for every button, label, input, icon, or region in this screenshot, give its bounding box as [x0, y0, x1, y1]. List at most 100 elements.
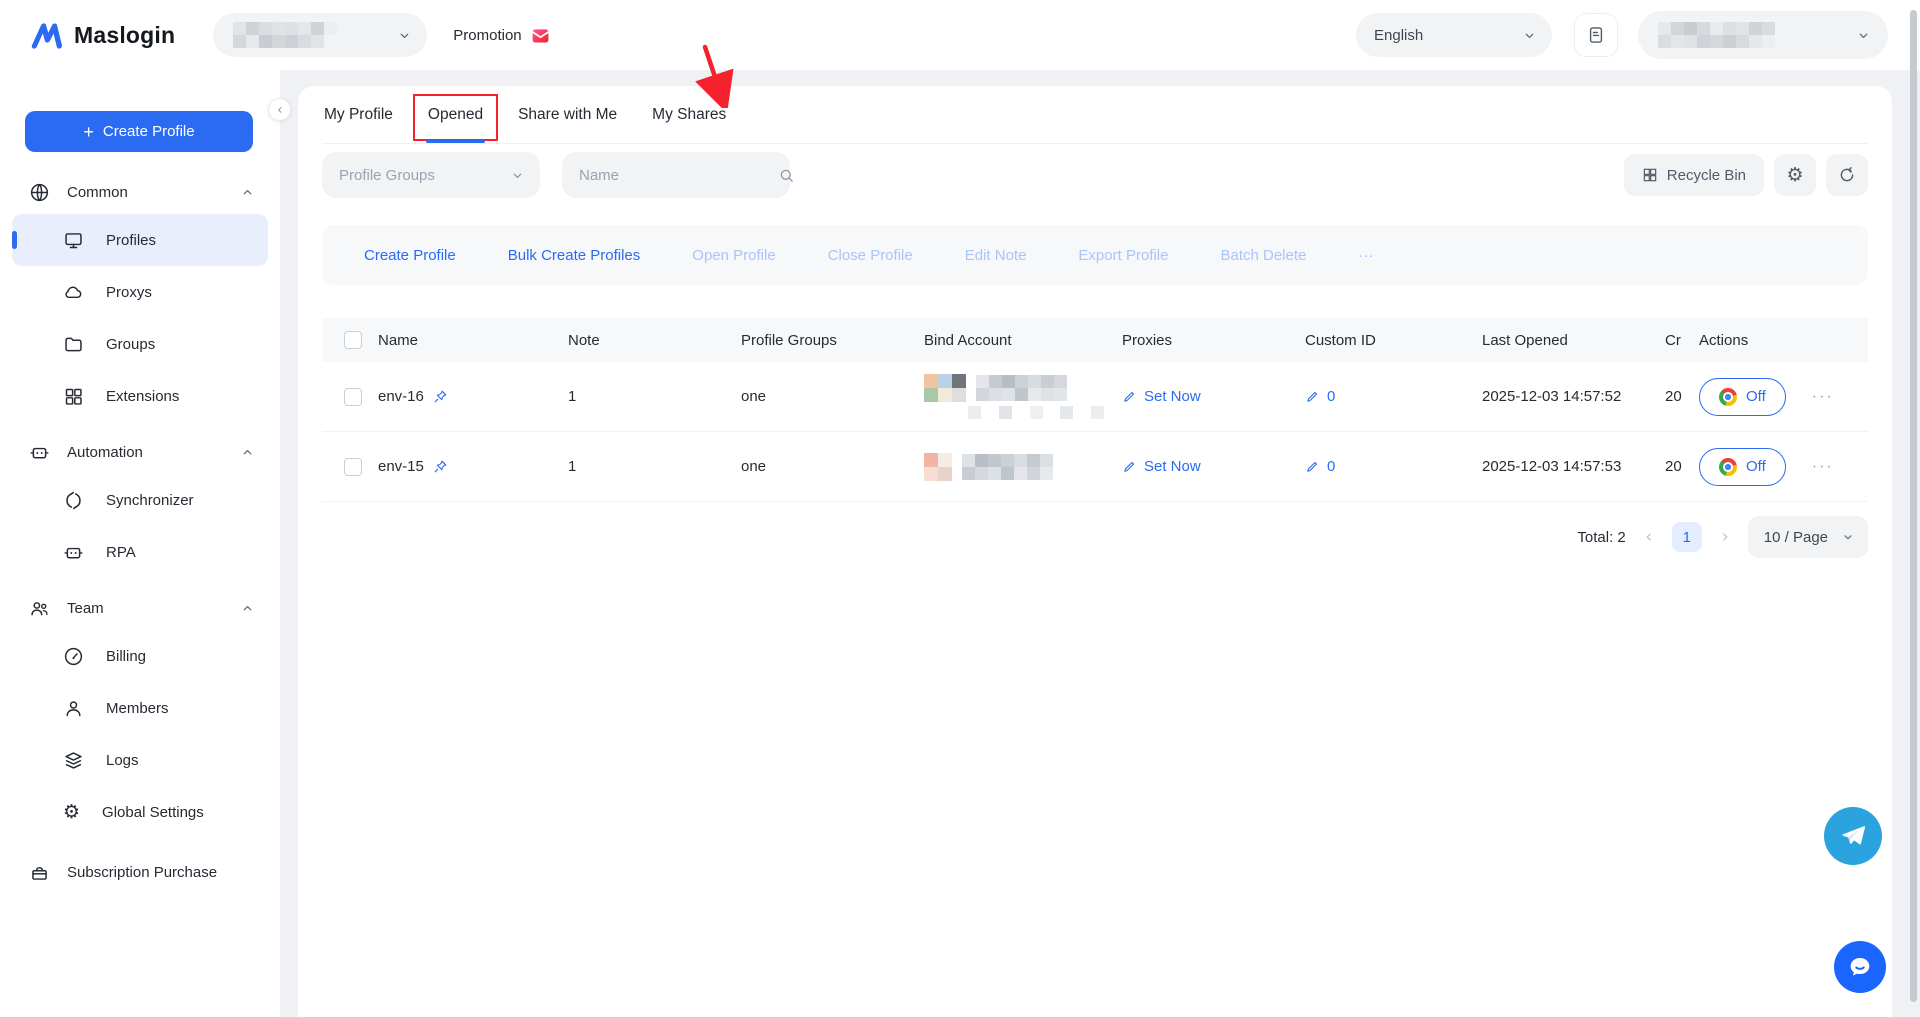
page-scrollbar-thumb[interactable] [1910, 10, 1917, 1002]
tab-share-with-me[interactable]: Share with Me [516, 86, 619, 143]
last-opened-timestamp: 2025-12-03 14:57:52 [1482, 388, 1665, 405]
sidebar-section-common[interactable]: Common [0, 170, 280, 214]
table-settings-button[interactable]: ⚙ [1774, 154, 1816, 196]
name-search-input[interactable] [579, 167, 778, 184]
bulk-create-profiles-action[interactable]: Bulk Create Profiles [508, 247, 641, 264]
tab-label: My Shares [652, 106, 726, 124]
content-card: My Profile Opened Share with Me My Share… [298, 86, 1892, 1017]
sidebar-item-rpa[interactable]: RPA [12, 526, 268, 578]
chrome-icon [1719, 388, 1737, 406]
edit-note-action[interactable]: Edit Note [965, 247, 1027, 264]
sidebar-item-global-settings[interactable]: ⚙ Global Settings [12, 786, 268, 838]
set-proxy-link[interactable]: Set Now [1144, 388, 1201, 405]
brand-name: Maslogin [74, 22, 175, 49]
create-profile-action[interactable]: Create Profile [364, 247, 456, 264]
sidebar-section-team[interactable]: Team [0, 586, 280, 630]
sidebar-item-groups[interactable]: Groups [12, 318, 268, 370]
gift-icon [29, 862, 50, 883]
sidebar-item-label: Subscription Purchase [67, 864, 217, 881]
telegram-icon [1838, 821, 1868, 851]
page-size-select[interactable]: 10 / Page [1748, 516, 1868, 558]
sidebar-item-proxys[interactable]: Proxys [12, 266, 268, 318]
promotion-link[interactable]: Promotion [453, 25, 550, 46]
close-profile-action[interactable]: Close Profile [828, 247, 913, 264]
next-page-button[interactable] [1716, 531, 1734, 543]
select-all-checkbox[interactable] [344, 331, 362, 349]
sidebar-item-billing[interactable]: Billing [12, 630, 268, 682]
page-number-button[interactable]: 1 [1672, 522, 1702, 552]
chevron-down-icon [1842, 531, 1854, 543]
row-checkbox[interactable] [344, 458, 362, 476]
grid-icon [63, 386, 84, 407]
blurred-account-text [962, 454, 1053, 480]
search-icon [778, 167, 795, 184]
tab-opened[interactable]: Opened [426, 86, 485, 143]
column-header-bind-account: Bind Account [924, 332, 1122, 349]
user-account-dropdown[interactable] [1638, 11, 1888, 59]
table-header-row: Name Note Profile Groups Bind Account Pr… [322, 318, 1868, 362]
sidebar-item-subscription-purchase[interactable]: Subscription Purchase [0, 846, 280, 898]
custom-id-link[interactable]: 0 [1327, 388, 1335, 405]
browser-off-button[interactable]: Off [1699, 448, 1786, 486]
chrome-icon [1719, 458, 1737, 476]
maslogin-logo-icon [30, 21, 64, 49]
row-more-menu[interactable]: ··· [1812, 458, 1834, 476]
promotion-icon [530, 25, 551, 46]
language-dropdown[interactable]: English [1356, 13, 1552, 57]
open-profile-action[interactable]: Open Profile [692, 247, 775, 264]
folder-icon [63, 334, 84, 355]
custom-id-link[interactable]: 0 [1327, 458, 1335, 475]
batch-delete-action[interactable]: Batch Delete [1220, 247, 1306, 264]
prev-page-button[interactable] [1640, 531, 1658, 543]
workspace-dropdown[interactable] [213, 13, 427, 57]
docs-button[interactable] [1574, 13, 1618, 57]
row-more-menu[interactable]: ··· [1812, 388, 1834, 406]
sidebar-item-extensions[interactable]: Extensions [12, 370, 268, 422]
sync-icon [63, 490, 84, 511]
bulk-action-bar: Create Profile Bulk Create Profiles Open… [322, 225, 1868, 285]
document-icon [1586, 25, 1606, 45]
sidebar-item-logs[interactable]: Logs [12, 734, 268, 786]
sidebar-section-automation[interactable]: Automation [0, 430, 280, 474]
column-header-name: Name [378, 332, 418, 349]
blurred-avatar [924, 374, 966, 402]
chat-support-button[interactable] [1834, 941, 1886, 993]
sidebar-item-synchronizer[interactable]: Synchronizer [12, 474, 268, 526]
pin-icon[interactable] [433, 459, 448, 474]
globe-icon [29, 182, 50, 203]
profile-groups-select[interactable]: Profile Groups [322, 152, 540, 198]
row-checkbox[interactable] [344, 388, 362, 406]
refresh-button[interactable] [1826, 154, 1868, 196]
monitor-icon [63, 230, 84, 251]
created-clipped-value: 20 [1665, 388, 1699, 405]
sidebar-item-profiles[interactable]: Profiles [12, 214, 268, 266]
sidebar-item-label: Global Settings [102, 804, 204, 821]
telegram-button[interactable] [1824, 807, 1882, 865]
pin-icon[interactable] [433, 389, 448, 404]
export-profile-action[interactable]: Export Profile [1078, 247, 1168, 264]
sidebar-item-label: Members [106, 700, 169, 717]
more-actions-button[interactable]: ··· [1358, 247, 1373, 264]
chevron-down-icon [1857, 29, 1870, 42]
chevron-down-icon [398, 29, 411, 42]
sidebar-collapse-button[interactable] [268, 98, 291, 121]
profiles-table: Name Note Profile Groups Bind Account Pr… [322, 318, 1868, 502]
profile-group: one [741, 458, 924, 475]
tab-my-shares[interactable]: My Shares [650, 86, 728, 143]
blurred-avatar [924, 453, 952, 481]
edit-pencil-icon [1305, 389, 1320, 404]
browser-off-button[interactable]: Off [1699, 378, 1786, 416]
sidebar-item-label: Profiles [106, 232, 156, 249]
tab-my-profile[interactable]: My Profile [322, 86, 395, 143]
create-profile-button[interactable]: + Create Profile [25, 111, 253, 152]
blurred-account-subtext [968, 406, 1122, 419]
sidebar: + Create Profile Common Profiles Proxys … [0, 70, 280, 1017]
person-icon [63, 698, 84, 719]
chevron-up-icon [241, 186, 254, 199]
recycle-bin-button[interactable]: Recycle Bin [1624, 154, 1764, 196]
section-label: Team [67, 600, 241, 617]
sidebar-item-label: Groups [106, 336, 155, 353]
set-proxy-link[interactable]: Set Now [1144, 458, 1201, 475]
sidebar-item-label: Extensions [106, 388, 179, 405]
sidebar-item-members[interactable]: Members [12, 682, 268, 734]
